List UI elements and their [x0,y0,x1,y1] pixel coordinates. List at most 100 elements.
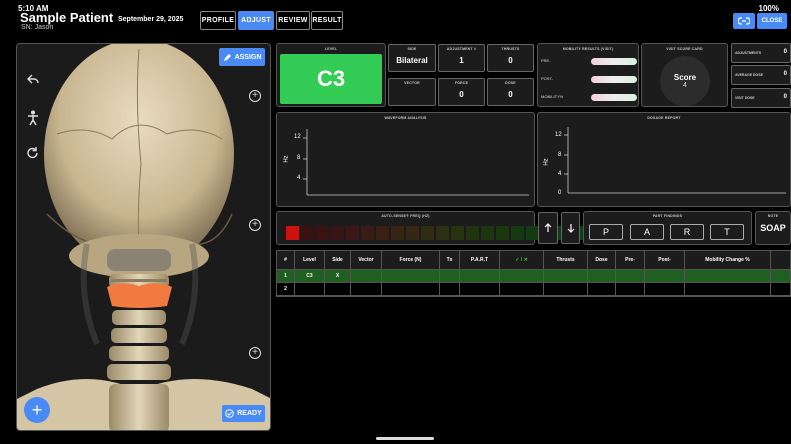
note-label: NOTE [767,214,779,218]
auto-sense-segment [301,226,314,240]
table-cell: C3 [295,270,325,282]
tab-result[interactable]: RESULT [311,11,343,30]
stat-average-dose-label: AVERAGE DOSE [735,73,763,77]
table-cell: 2 [277,283,295,295]
mobility-percent-label: MOBILITY% [541,94,564,99]
patient-subtitle: SN: Jason [21,24,54,31]
table-cell [295,283,325,295]
vector-field[interactable]: VECTOR [388,78,436,106]
assign-label: ASSIGN [234,53,262,61]
adjustment-value: 1 [459,56,464,65]
force-field: FORCE 0 [438,78,485,106]
ready-button[interactable]: READY [222,405,265,422]
stat-visit-dose-label: VISIT DOSE [735,96,755,100]
dosage-axes [564,127,786,194]
auto-sense-segment [316,226,329,240]
visit-date: September 29, 2025 [118,16,184,23]
side-field[interactable]: SIDE Bilateral [388,44,436,72]
link-icon [738,17,750,25]
table-cell [460,283,500,295]
table-row[interactable]: 2 [277,283,790,296]
tab-review[interactable]: REVIEW [276,11,310,30]
waveform-y-axis-label: Hz [283,155,290,163]
table-cell: 1 [277,270,295,282]
check-circle-icon [225,409,235,418]
table-cell: X [325,270,351,282]
auto-sense-segment [481,226,494,240]
part-findings-label: PART FINDINGS [652,214,683,218]
table-row[interactable]: 1 C3 X [277,270,790,283]
link-button[interactable] [733,13,755,29]
mobility-label: MOBILITY RESULTS (VISIT) [562,47,614,51]
auto-sense-segment [496,226,509,240]
note-soap: SOAP [760,223,786,233]
table-cell [382,270,440,282]
table-cell [460,270,500,282]
thrusts-field: THRUSTS 0 [487,44,534,72]
pencil-icon [223,53,231,61]
add-point-icon[interactable]: + [249,219,261,231]
mobility-post-label: POST- [541,76,554,81]
table-cell [500,270,544,282]
stat-average-dose: AVERAGE DOSE 0 [731,65,791,85]
level-value[interactable]: C3 [280,54,382,104]
dosage-report-card: DOSAGE REPORT Hz 12 8 4 0 [537,112,791,207]
part-p-button[interactable]: P [589,224,623,240]
table-header-cell: Mobility Change % [685,251,771,269]
level-label: LEVEL [324,47,338,51]
ready-label: READY [237,410,262,417]
table-cell [500,283,544,295]
down-arrow-button[interactable] [561,212,580,244]
table-cell [351,283,382,295]
part-a-button[interactable]: A [630,224,664,240]
waveform-tick: 12 [294,134,301,140]
force-value: 0 [459,90,464,99]
visit-score-card: VISIT SCORE CARD Score 4 [641,43,728,107]
add-fab-button[interactable]: + [24,397,50,423]
table-cell [616,270,645,282]
dosage-tick: 12 [555,132,562,138]
thrusts-label: THRUSTS [501,47,520,51]
tab-profile[interactable]: PROFILE [200,11,236,30]
dosage-y-axis-label: Hz [543,158,550,166]
undo-icon[interactable] [26,72,40,89]
waveform-axes [303,129,529,196]
stat-adjustments: ADJUSTMENTS 0 [731,43,791,63]
add-point-icon[interactable]: + [249,90,261,102]
auto-sense-segment [466,226,479,240]
table-cell [645,283,685,295]
up-arrow-button[interactable] [538,212,558,244]
auto-sense-segment [361,226,374,240]
assign-button[interactable]: ASSIGN [219,48,265,66]
adjustment-field: ADJUSTMENT # 1 [438,44,485,72]
stat-visit-dose: VISIT DOSE 0 [731,88,791,108]
tab-adjust[interactable]: ADJUST [238,11,274,30]
table-cell [685,270,771,282]
stat-adjustments-value: 0 [783,49,787,55]
score-value: 4 [683,82,687,89]
rotate-icon[interactable] [26,146,40,163]
auto-sense-segment [331,226,344,240]
table-cell [440,270,460,282]
dosage-tick: 4 [558,171,562,177]
spine-panel [16,43,271,431]
part-findings-card: PART FINDINGS P A R T [583,211,752,245]
battery-indicator: 100% [758,4,779,13]
table-cell [351,270,382,282]
auto-sense-card: AUTO-SENSE® FREQ (HZ) [276,211,584,245]
dosage-label: DOSAGE REPORT [647,116,681,120]
table-cell [544,270,588,282]
note-card[interactable]: NOTE SOAP [755,211,791,245]
close-button[interactable]: CLOSE [757,13,787,29]
add-point-icon[interactable]: + [249,347,261,359]
part-t-button[interactable]: T [710,224,744,240]
table-header-cell: ✓ / ✕ [500,251,544,269]
table-header-cell: Post- [645,251,685,269]
adjustments-table: # Level Side Vector Force (N) Tx P.A.R.T ✓ / ✕ T… [276,250,791,297]
part-r-button[interactable]: R [670,224,704,240]
table-header-cell: # [277,251,295,269]
table-header-cell: Side [325,251,351,269]
force-label: FORCE [454,81,469,85]
table-header-cell: Level [295,251,325,269]
body-icon[interactable] [27,110,39,129]
